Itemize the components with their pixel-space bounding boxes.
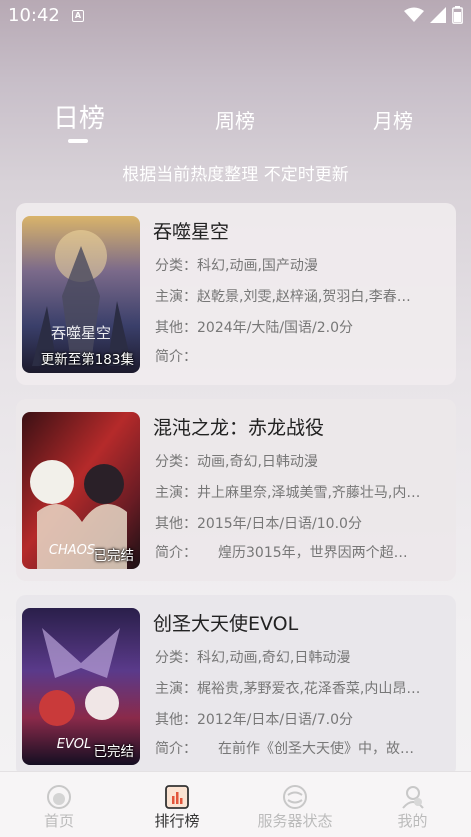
list-item[interactable]: CHAOS 已完结 混沌之龙：赤龙战役 分类：动画,奇幻,日韩动漫 主演：井上麻… [16,399,456,581]
nav-home-label: 首页 [43,812,74,830]
item-genre: 分类：科幻,动画,国产动漫 [155,258,318,274]
nav-rank-label: 排行榜 [154,812,200,830]
bottom-nav: 首页 排行榜 服务器状态 我的 [0,771,471,837]
nav-mine[interactable]: 我的 [354,772,471,837]
status-icons [404,6,463,24]
nav-server-label: 服务器状态 [257,812,333,830]
tab-indicator [68,139,88,143]
tab-month[interactable]: 月榜 [362,105,424,134]
item-intro: 简介： 煌历3015年，世界因两个超… [155,545,408,561]
episode-badge: 更新至第183集 [40,352,134,368]
nav-mine-label: 我的 [397,812,428,830]
svg-text:吞噬星空: 吞噬星空 [51,324,111,342]
item-cast: 主演：赵乾景,刘雯,赵梓涵,贺羽白,李春… [155,289,411,305]
item-genre: 分类：科幻,动画,奇幻,日韩动漫 [155,650,351,666]
tab-week[interactable]: 周榜 [204,105,266,134]
notification-icon: A [72,10,84,22]
poster-image: 吞噬星空 更新至第183集 [22,216,140,373]
item-title: 创圣大天使EVOL [153,613,299,635]
list-item[interactable]: 吞噬星空 更新至第183集 吞噬星空 分类：科幻,动画,国产动漫 主演：赵乾景,… [16,203,456,385]
profile-icon [401,786,424,809]
list-item[interactable]: EVOL 已完结 创圣大天使EVOL 分类：科幻,动画,奇幻,日韩动漫 主演：梶… [16,595,456,777]
status-badge: 已完结 [93,548,135,564]
nav-rank[interactable]: 排行榜 [118,772,236,837]
signal-icon [430,7,446,23]
item-cast: 主演：井上麻里奈,泽城美雪,齐藤壮马,内… [155,485,421,501]
item-title: 吞噬星空 [153,221,230,243]
subtitle: 根据当前热度整理 不定时更新 [122,165,349,185]
svg-text:CHAOS: CHAOS [49,543,95,558]
tab-day[interactable]: 日榜 [48,98,110,135]
item-other: 其他：2024年/大陆/国语/2.0分 [155,320,354,336]
item-genre: 分类：动画,奇幻,日韩动漫 [155,454,318,470]
rank-icon [165,785,189,809]
item-intro: 简介： [155,349,197,365]
rank-list: 吞噬星空 更新至第183集 吞噬星空 分类：科幻,动画,国产动漫 主演：赵乾景,… [16,203,456,791]
item-intro: 简介： 在前作《创圣大天使》中，故… [155,741,414,757]
nav-home[interactable]: 首页 [0,772,118,837]
status-bar: 10:42 A [0,0,471,34]
item-title: 混沌之龙：赤龙战役 [153,417,325,439]
server-icon [283,785,307,809]
item-cast: 主演：梶裕贵,茅野爱衣,花泽香菜,内山昂… [155,681,421,697]
nav-server[interactable]: 服务器状态 [236,772,354,837]
item-other: 其他：2012年/日本/日语/7.0分 [155,712,354,728]
wifi-icon [404,7,424,22]
poster-image: EVOL 已完结 [22,608,140,765]
item-other: 其他：2015年/日本/日语/10.0分 [155,516,362,532]
svg-text:EVOL: EVOL [57,737,92,752]
status-time: 10:42 [8,5,60,26]
home-icon [47,785,71,809]
rank-tabs: 日榜 周榜 月榜 [0,98,471,148]
status-badge: 已完结 [93,744,135,760]
battery-icon [452,6,463,24]
poster-image: CHAOS 已完结 [22,412,140,569]
